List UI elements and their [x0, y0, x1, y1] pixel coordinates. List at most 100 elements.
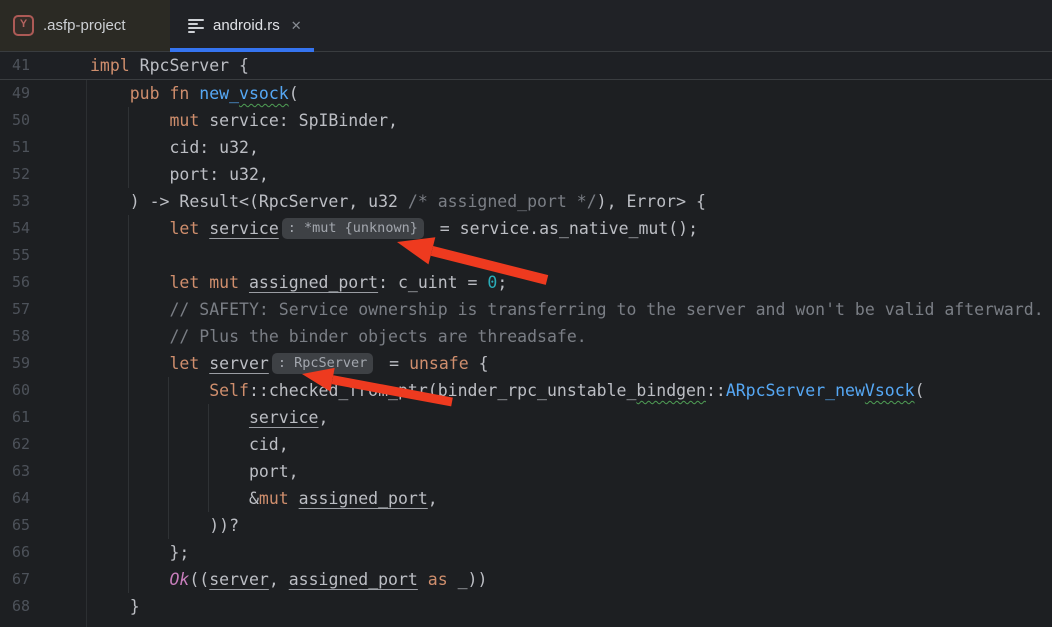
code-line[interactable]: 50 mut service: SpIBinder, [0, 107, 1052, 134]
code-token: assigned_port [299, 489, 428, 508]
code-token [90, 354, 169, 373]
code-line[interactable]: 66 }; [0, 539, 1052, 566]
sticky-line-container: 41 impl RpcServer { [0, 52, 1052, 80]
tab-label: android.rs [213, 17, 280, 34]
code-text[interactable]: // SAFETY: Service ownership is transfer… [90, 296, 1044, 323]
line-number[interactable]: 49 [0, 80, 30, 107]
code-text[interactable]: }; [90, 539, 189, 566]
code-token: unsafe [409, 354, 469, 373]
code-line[interactable]: 64 &mut assigned_port, [0, 485, 1052, 512]
code-line[interactable]: 51 cid: u32, [0, 134, 1052, 161]
project-name: .asfp-project [43, 17, 126, 34]
line-number[interactable]: 62 [0, 431, 30, 458]
code-text[interactable]: cid: u32, [90, 134, 259, 161]
code-line[interactable]: 49 pub fn new_vsock( [0, 80, 1052, 107]
code-text[interactable]: cid, [90, 431, 289, 458]
code-line[interactable]: 55 [0, 242, 1052, 269]
line-number[interactable]: 56 [0, 269, 30, 296]
code-token: ( [915, 381, 925, 400]
tab-android-rs[interactable]: android.rs ✕ [170, 0, 314, 51]
code-token: } [90, 597, 140, 616]
line-number[interactable]: 65 [0, 512, 30, 539]
inlay-type-hint[interactable]: : *mut {unknown} [282, 218, 424, 239]
code-token: ARpcServer_new [726, 381, 865, 400]
code-token [239, 273, 249, 292]
code-editor[interactable]: 41impl RpcServer { 49 pub fn new_vsock(5… [0, 52, 1052, 627]
code-line[interactable]: 63 port, [0, 458, 1052, 485]
line-number[interactable]: 50 [0, 107, 30, 134]
code-line[interactable]: 57 // SAFETY: Service ownership is trans… [0, 296, 1052, 323]
code-line[interactable]: 60 Self::checked_from_ptr(binder_rpc_uns… [0, 377, 1052, 404]
code-token: service [249, 408, 319, 427]
ide-window: Y .asfp-project android.rs ✕ 41 impl RpcS… [0, 0, 1052, 627]
close-icon[interactable]: ✕ [291, 19, 302, 32]
code-line[interactable]: 54 let service: *mut {unknown} = service… [0, 215, 1052, 242]
line-number[interactable]: 59 [0, 350, 30, 377]
line-number[interactable]: 66 [0, 539, 30, 566]
sticky-line[interactable]: 41 impl RpcServer { [0, 52, 1052, 79]
code-text[interactable]: Ok((server, assigned_port as _)) [90, 566, 487, 593]
code-text[interactable]: port: u32, [90, 161, 269, 188]
line-number[interactable]: 52 [0, 161, 30, 188]
code-text[interactable]: ) -> Result<(RpcServer, u32 /* assigned_… [90, 188, 706, 215]
code-text[interactable]: port, [90, 458, 299, 485]
code-token: as [428, 570, 448, 589]
code-token [199, 354, 209, 373]
code-text[interactable]: let service: *mut {unknown} = service.as… [90, 215, 698, 242]
code-token: & [90, 489, 259, 508]
line-number[interactable]: 64 [0, 485, 30, 512]
code-text[interactable]: impl RpcServer { [90, 52, 249, 79]
code-line[interactable]: 61 service, [0, 404, 1052, 431]
line-number[interactable]: 51 [0, 134, 30, 161]
code-token: : c_uint = [378, 273, 487, 292]
code-token [90, 111, 169, 130]
code-text[interactable]: ))? [90, 512, 239, 539]
line-number[interactable]: 53 [0, 188, 30, 215]
code-line[interactable]: 67 Ok((server, assigned_port as _)) [0, 566, 1052, 593]
code-token [90, 273, 169, 292]
code-line[interactable]: 68 } [0, 593, 1052, 620]
code-text[interactable]: } [90, 593, 140, 620]
project-selector[interactable]: Y .asfp-project [0, 0, 170, 51]
code-text[interactable]: &mut assigned_port, [90, 485, 438, 512]
line-number[interactable]: 60 [0, 377, 30, 404]
code-token: }; [90, 543, 189, 562]
code-token: service: SpIBinder, [199, 111, 398, 130]
code-token: Self [209, 381, 249, 400]
code-line[interactable]: 65 ))? [0, 512, 1052, 539]
inlay-type-hint[interactable]: : RpcServer [272, 353, 373, 374]
active-tab-underline [170, 48, 314, 52]
code-token: pub fn [130, 84, 190, 103]
code-token: 0 [487, 273, 497, 292]
line-number[interactable]: 67 [0, 566, 30, 593]
line-number[interactable]: 54 [0, 215, 30, 242]
code-text[interactable]: let server: RpcServer = unsafe { [90, 350, 489, 377]
code-token: _)) [448, 570, 488, 589]
code-text[interactable]: mut service: SpIBinder, [90, 107, 398, 134]
line-number[interactable]: 41 [0, 52, 30, 79]
line-number[interactable]: 58 [0, 323, 30, 350]
code-line[interactable]: 62 cid, [0, 431, 1052, 458]
code-text[interactable]: Self::checked_from_ptr(binder_rpc_unstab… [90, 377, 925, 404]
project-icon: Y [13, 15, 34, 36]
code-line[interactable]: 52 port: u32, [0, 161, 1052, 188]
code-line[interactable]: 53 ) -> Result<(RpcServer, u32 /* assign… [0, 188, 1052, 215]
code-text[interactable]: let mut assigned_port: c_uint = 0; [90, 269, 507, 296]
code-text[interactable]: pub fn new_vsock( [90, 80, 299, 107]
line-number[interactable]: 63 [0, 458, 30, 485]
code-token: , [269, 570, 289, 589]
code-token: ) -> Result<(RpcServer, u32 [90, 192, 408, 211]
code-line[interactable]: 59 let server: RpcServer = unsafe { [0, 350, 1052, 377]
code-token [90, 381, 209, 400]
code-token [90, 84, 130, 103]
code-line[interactable]: 56 let mut assigned_port: c_uint = 0; [0, 269, 1052, 296]
line-number[interactable]: 57 [0, 296, 30, 323]
code-token: , [319, 408, 329, 427]
line-number[interactable]: 55 [0, 242, 30, 269]
line-number[interactable]: 61 [0, 404, 30, 431]
code-text[interactable]: service, [90, 404, 328, 431]
line-number[interactable]: 68 [0, 593, 30, 620]
code-text[interactable]: // Plus the binder objects are threadsaf… [90, 323, 587, 350]
code-line[interactable]: 58 // Plus the binder objects are thread… [0, 323, 1052, 350]
code-token: let [169, 354, 199, 373]
